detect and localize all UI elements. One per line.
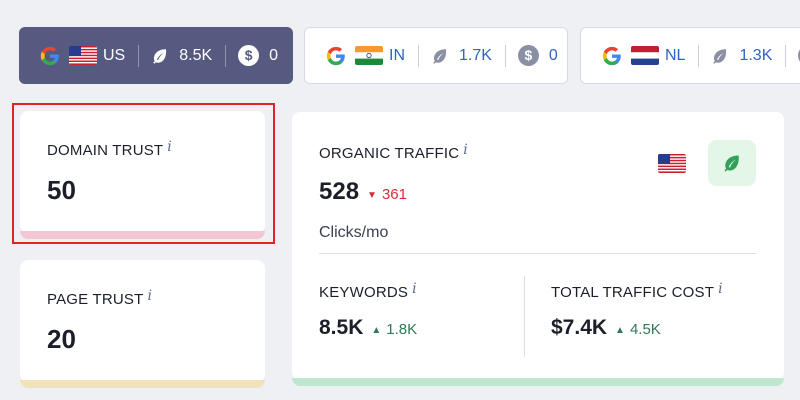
info-icon[interactable]: i <box>718 281 722 297</box>
page-trust-card: PAGE TRUST i 20 <box>20 260 265 388</box>
divider <box>138 44 140 67</box>
organic-leaf-button[interactable] <box>708 140 756 186</box>
google-icon <box>602 46 621 65</box>
divider <box>785 44 787 67</box>
country-tab-us[interactable]: US 8.5K $ 0 <box>19 27 293 84</box>
organic-traffic-card: ORGANIC TRAFFIC i 528 ▼ 361 Clicks/mo KEYW… <box>292 112 784 386</box>
up-triangle-icon: ▲ <box>615 325 625 336</box>
keywords-delta: ▲ 1.8K <box>371 321 418 338</box>
organic-traffic-delta: ▼ 361 <box>367 186 407 203</box>
leaf-icon <box>713 48 727 64</box>
traffic-value: 1.7K <box>459 46 492 64</box>
organic-traffic-bar <box>292 378 784 386</box>
cost-value: 0 <box>548 46 558 64</box>
up-triangle-icon: ▲ <box>371 325 382 336</box>
us-flag-icon <box>658 154 686 173</box>
cost-value: 0 <box>269 46 279 64</box>
country-code: NL <box>665 46 686 64</box>
divider <box>225 44 227 67</box>
divider <box>319 253 756 254</box>
divider <box>504 44 506 67</box>
leaf-icon <box>153 48 167 64</box>
keywords-value: 8.5K <box>319 316 364 339</box>
divider <box>524 276 525 357</box>
page-trust-label: PAGE TRUST <box>47 291 144 308</box>
page-trust-value: 20 <box>47 324 76 354</box>
leaf-icon <box>724 155 739 172</box>
page-trust-bar <box>20 380 265 388</box>
google-icon <box>40 46 59 65</box>
organic-traffic-value: 528 <box>319 178 360 205</box>
traffic-value: 1.3K <box>739 46 773 64</box>
info-icon[interactable]: i <box>412 281 416 297</box>
country-tab-nl[interactable]: NL 1.3K $ <box>580 27 800 84</box>
down-triangle-icon: ▼ <box>367 190 377 201</box>
netherlands-flag-icon <box>631 46 659 65</box>
country-code: US <box>103 46 126 64</box>
country-code: IN <box>389 46 405 64</box>
traffic-cost-value: $7.4K <box>551 316 608 339</box>
traffic-value: 8.5K <box>179 46 213 64</box>
us-flag-icon <box>69 46 97 65</box>
traffic-cost-label: TOTAL TRAFFIC COST <box>551 284 715 301</box>
info-icon[interactable]: i <box>147 288 151 304</box>
dollar-icon: $ <box>238 45 260 66</box>
info-icon[interactable]: i <box>463 142 467 158</box>
divider <box>698 44 700 67</box>
organic-traffic-unit: Clicks/mo <box>319 224 389 241</box>
leaf-icon <box>433 48 447 64</box>
traffic-cost-delta: ▲ 4.5K <box>615 321 661 338</box>
india-flag-icon <box>355 46 383 65</box>
keywords-label: KEYWORDS <box>319 284 409 301</box>
divider <box>418 44 419 67</box>
google-icon <box>326 46 345 65</box>
organic-traffic-label: ORGANIC TRAFFIC <box>319 145 460 162</box>
dollar-icon: $ <box>517 45 539 66</box>
selection-highlight <box>12 103 275 244</box>
country-tab-in[interactable]: IN 1.7K $ 0 <box>304 27 568 84</box>
